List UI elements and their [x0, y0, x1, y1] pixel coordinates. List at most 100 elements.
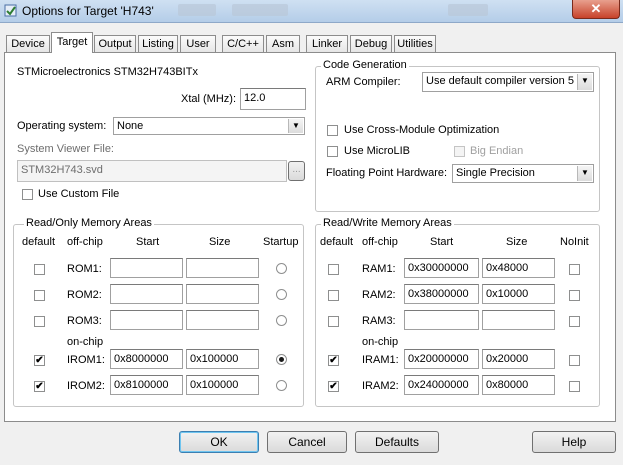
- ram-header-size: Size: [506, 236, 528, 248]
- tab-debug[interactable]: Debug: [350, 35, 392, 52]
- rom-header-offchip: off-chip: [67, 236, 103, 248]
- use-custom-file-label: Use Custom File: [38, 188, 120, 200]
- tab-user[interactable]: User: [180, 35, 216, 52]
- ram-start-input[interactable]: 0x24000000: [404, 375, 479, 395]
- svf-label: System Viewer File:: [17, 143, 114, 155]
- rom-row-name: ROM1:: [67, 263, 102, 275]
- noinit-checkbox[interactable]: [569, 264, 580, 275]
- tab-output[interactable]: Output: [94, 35, 136, 52]
- rom-header-start: Start: [136, 236, 160, 248]
- svf-input[interactable]: STM32H743.svd: [17, 160, 287, 182]
- rom-start-input[interactable]: 0x8100000: [110, 375, 183, 395]
- ram-default-checkbox[interactable]: [328, 264, 339, 275]
- browse-button[interactable]: ...: [288, 161, 305, 181]
- ram-size-input[interactable]: 0x20000: [482, 349, 555, 369]
- startup-radio[interactable]: [276, 315, 287, 326]
- cancel-button[interactable]: Cancel: [267, 431, 347, 453]
- cross-module-label: Use Cross-Module Optimization: [344, 124, 500, 136]
- startup-radio[interactable]: [276, 380, 287, 391]
- startup-radio[interactable]: [276, 354, 287, 365]
- cross-module-checkbox[interactable]: [327, 125, 338, 136]
- ram-size-input[interactable]: [482, 310, 555, 330]
- chevron-down-icon: ▼: [577, 166, 592, 181]
- os-label: Operating system:: [17, 120, 107, 132]
- device-name: STMicroelectronics STM32H743BITx: [17, 66, 198, 78]
- ram-default-checkbox[interactable]: ✔: [328, 355, 339, 366]
- tab-cpp[interactable]: C/C++: [222, 35, 264, 52]
- code-generation-title: Code Generation: [321, 59, 409, 71]
- fph-select-value: Single Precision: [456, 167, 535, 179]
- ram-row-name: IRAM2:: [362, 380, 399, 392]
- rom-start-input[interactable]: [110, 310, 183, 330]
- close-button[interactable]: ✕: [572, 0, 620, 19]
- xtal-label: Xtal (MHz):: [181, 93, 236, 105]
- title-bar: Options for Target 'H743' ✕: [0, 0, 623, 23]
- rom-onchip-label: on-chip: [67, 336, 104, 348]
- tab-listing[interactable]: Listing: [138, 35, 178, 52]
- microlib-label: Use MicroLIB: [344, 145, 411, 157]
- rom-start-input[interactable]: [110, 284, 183, 304]
- tab-asm[interactable]: Asm: [266, 35, 300, 52]
- ram-start-input[interactable]: 0x20000000: [404, 349, 479, 369]
- ram-default-checkbox[interactable]: [328, 290, 339, 301]
- blurred-text: [178, 4, 216, 16]
- noinit-checkbox[interactable]: [569, 381, 580, 392]
- ram-size-input[interactable]: 0x80000: [482, 375, 555, 395]
- tab-target[interactable]: Target: [51, 32, 93, 53]
- rom-default-checkbox[interactable]: [34, 264, 45, 275]
- ram-size-input[interactable]: 0x10000: [482, 284, 555, 304]
- tab-linker[interactable]: Linker: [306, 35, 348, 52]
- chevron-down-icon: ▼: [577, 74, 592, 90]
- ram-start-input[interactable]: [404, 310, 479, 330]
- big-endian-checkbox[interactable]: [454, 146, 465, 157]
- rom-size-input[interactable]: [186, 284, 259, 304]
- os-select-value: None: [117, 120, 144, 132]
- rom-header-size: Size: [209, 236, 231, 248]
- rom-size-input[interactable]: [186, 258, 259, 278]
- fph-select[interactable]: Single Precision ▼: [452, 164, 594, 183]
- ram-default-checkbox[interactable]: [328, 316, 339, 327]
- ram-header-noinit: NoInit: [560, 236, 589, 248]
- ram-start-input[interactable]: 0x38000000: [404, 284, 479, 304]
- noinit-checkbox[interactable]: [569, 355, 580, 366]
- rom-row-name: ROM3:: [67, 315, 102, 327]
- startup-radio[interactable]: [276, 263, 287, 274]
- defaults-button[interactable]: Defaults: [355, 431, 439, 453]
- rom-default-checkbox[interactable]: ✔: [34, 381, 45, 392]
- noinit-checkbox[interactable]: [569, 316, 580, 327]
- ram-row-name: RAM1:: [362, 263, 396, 275]
- rom-default-checkbox[interactable]: ✔: [34, 355, 45, 366]
- rom-size-input[interactable]: 0x100000: [186, 349, 259, 369]
- xtal-input[interactable]: 12.0: [240, 88, 306, 110]
- compiler-select[interactable]: Use default compiler version 5 ▼: [422, 72, 594, 92]
- ram-header-offchip: off-chip: [362, 236, 398, 248]
- ram-row-name: RAM3:: [362, 315, 396, 327]
- rom-default-checkbox[interactable]: [34, 290, 45, 301]
- startup-radio[interactable]: [276, 289, 287, 300]
- rom-row-name: IROM2:: [67, 380, 105, 392]
- ram-row-name: IRAM1:: [362, 354, 399, 366]
- os-select[interactable]: None ▼: [113, 117, 305, 135]
- ok-button[interactable]: OK: [179, 431, 259, 453]
- rom-group-title: Read/Only Memory Areas: [24, 217, 154, 229]
- rom-row-name: ROM2:: [67, 289, 102, 301]
- rom-size-input[interactable]: [186, 310, 259, 330]
- noinit-checkbox[interactable]: [569, 290, 580, 301]
- chevron-down-icon: ▼: [288, 119, 303, 133]
- big-endian-label: Big Endian: [470, 145, 524, 157]
- ram-default-checkbox[interactable]: ✔: [328, 381, 339, 392]
- compiler-label: ARM Compiler:: [326, 76, 401, 88]
- rom-start-input[interactable]: [110, 258, 183, 278]
- use-custom-file-checkbox[interactable]: [22, 189, 33, 200]
- microlib-checkbox[interactable]: [327, 146, 338, 157]
- ram-size-input[interactable]: 0x48000: [482, 258, 555, 278]
- rom-size-input[interactable]: 0x100000: [186, 375, 259, 395]
- rom-default-checkbox[interactable]: [34, 316, 45, 327]
- rom-start-input[interactable]: 0x8000000: [110, 349, 183, 369]
- ram-row-name: RAM2:: [362, 289, 396, 301]
- rom-header-default: default: [22, 236, 56, 248]
- ram-start-input[interactable]: 0x30000000: [404, 258, 479, 278]
- tab-device[interactable]: Device: [6, 35, 50, 52]
- tab-utilities[interactable]: Utilities: [394, 35, 436, 52]
- help-button[interactable]: Help: [532, 431, 616, 453]
